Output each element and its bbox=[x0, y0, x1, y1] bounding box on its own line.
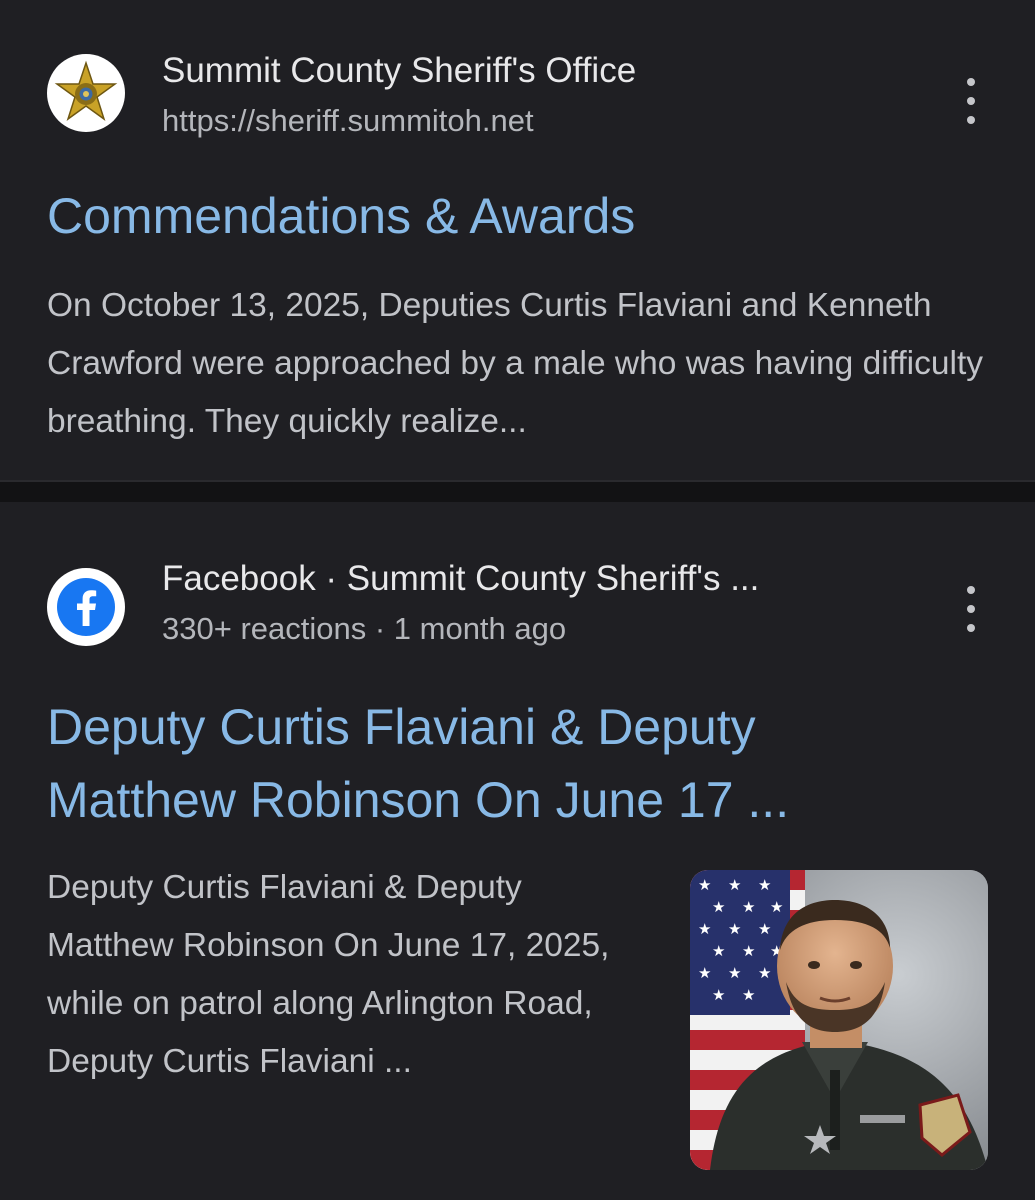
search-result-facebook: Facebook · Summit County Sheriff's ... 3… bbox=[0, 502, 1035, 1200]
svg-text:★: ★ bbox=[698, 920, 711, 938]
result-title-link[interactable]: Deputy Curtis Flaviani & Deputy Matthew … bbox=[47, 691, 907, 837]
source-name[interactable]: Facebook · Summit County Sheriff's ... bbox=[162, 559, 759, 599]
source-url: https://sheriff.summitoh.net bbox=[162, 103, 534, 138]
source-name[interactable]: Summit County Sheriff's Office bbox=[162, 51, 636, 91]
svg-text:★: ★ bbox=[698, 876, 711, 894]
svg-text:★: ★ bbox=[728, 920, 741, 938]
sheriff-star-badge-icon[interactable] bbox=[47, 54, 125, 132]
more-options-icon[interactable] bbox=[958, 78, 984, 124]
result-snippet: Deputy Curtis Flaviani & Deputy Matthew … bbox=[47, 869, 610, 1080]
svg-text:★: ★ bbox=[758, 876, 771, 894]
svg-text:★: ★ bbox=[698, 964, 711, 982]
svg-text:★: ★ bbox=[712, 942, 725, 960]
source-meta: 330+ reactions · 1 month ago bbox=[162, 611, 567, 646]
svg-text:★: ★ bbox=[742, 898, 755, 916]
result-title-link[interactable]: Commendations & Awards bbox=[47, 180, 947, 253]
svg-text:★: ★ bbox=[728, 964, 741, 982]
svg-text:★: ★ bbox=[758, 964, 771, 982]
results-divider bbox=[0, 480, 1035, 504]
deputy-portrait-thumbnail[interactable]: ★ ★ ★ ★ ★ ★ ★ ★ ★ ★ ★ ★ ★ ★ ★ ★ ★ bbox=[690, 870, 988, 1170]
svg-text:★: ★ bbox=[758, 920, 771, 938]
result-snippet: On October 13, 2025, Deputies Curtis Fla… bbox=[47, 287, 984, 440]
svg-text:★: ★ bbox=[712, 898, 725, 916]
svg-text:★: ★ bbox=[742, 986, 755, 1004]
more-options-icon[interactable] bbox=[958, 586, 984, 632]
search-result-sheriff-office: Summit County Sheriff's Office https://s… bbox=[0, 0, 1035, 480]
svg-text:★: ★ bbox=[712, 986, 725, 1004]
svg-text:★: ★ bbox=[728, 876, 741, 894]
facebook-logo-icon[interactable] bbox=[47, 568, 125, 646]
svg-text:★: ★ bbox=[770, 898, 783, 916]
svg-text:★: ★ bbox=[742, 942, 755, 960]
